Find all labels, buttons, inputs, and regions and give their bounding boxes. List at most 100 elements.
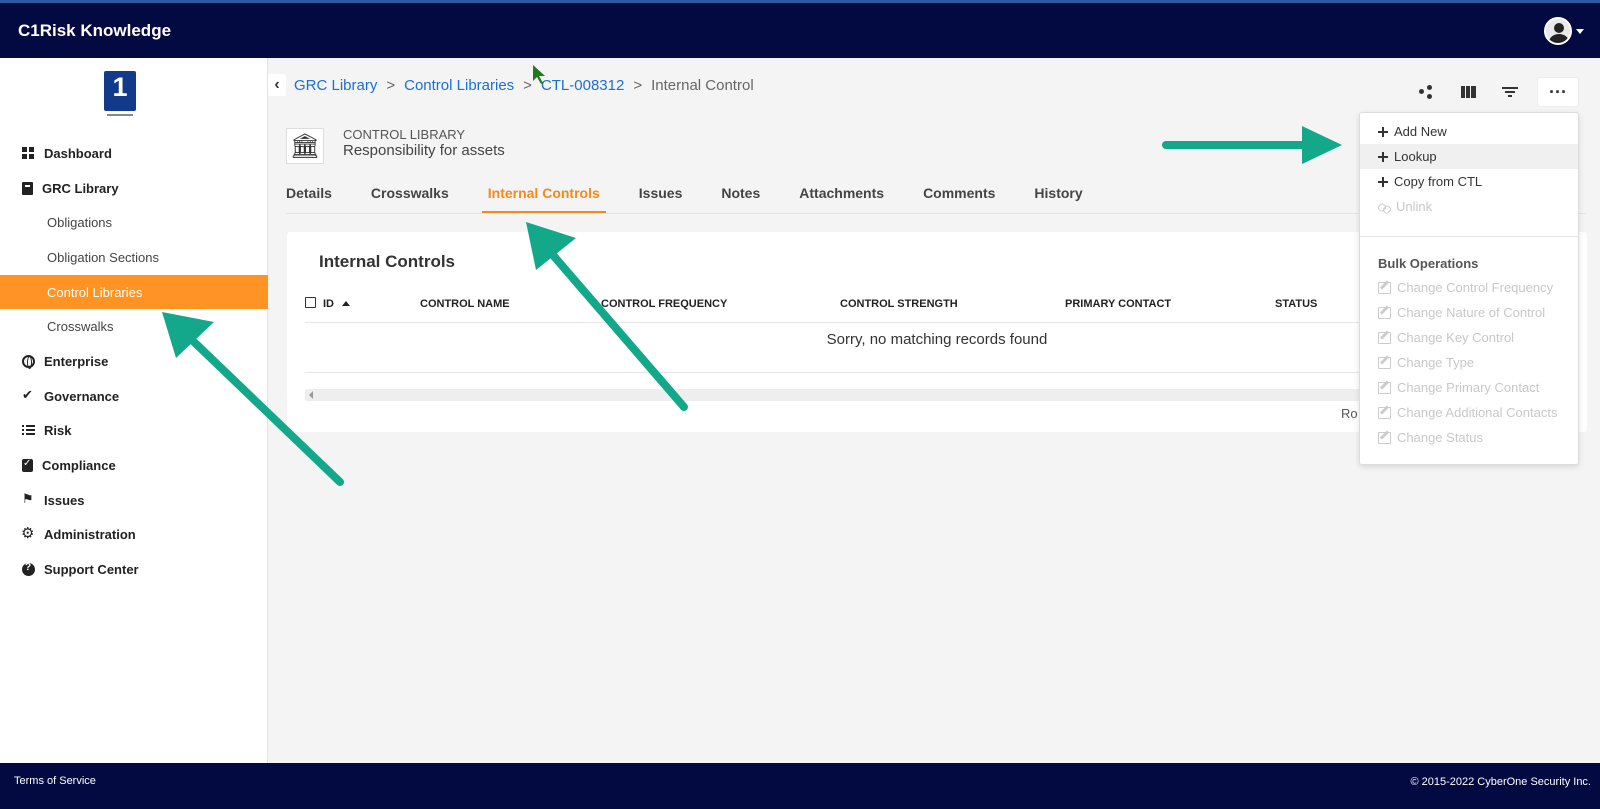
edit-icon [1378,331,1391,344]
sidebar-item-label: Governance [44,388,120,404]
menu-item-add-new[interactable]: Add New [1360,119,1578,144]
menu-item-change-primary-contact: Change Primary Contact [1360,375,1578,400]
arrowhead-lookup [1302,126,1342,164]
list-icon [22,424,35,438]
sidebar-item-obligations[interactable]: Obligations [0,205,268,240]
plus-icon [1378,126,1388,137]
globe-icon [22,354,35,369]
back-button[interactable]: ‹ [268,74,286,96]
card-title: Internal Controls [319,252,456,271]
sidebar-item-governance[interactable]: Governance [0,379,268,414]
rows-per-page-label: Ro [1341,406,1358,421]
plus-icon [1378,151,1388,162]
menu-item-change-nature-of-control: Change Nature of Control [1360,300,1578,325]
tab-details[interactable]: Details [286,178,332,213]
breadcrumb-separator: > [523,77,532,94]
tab-comments[interactable]: Comments [923,178,995,213]
sidebar-item-enterprise[interactable]: Enterprise [0,344,268,379]
breadcrumb-link-ctl[interactable]: CTL-008312 [541,77,624,94]
menu-item-change-type: Change Type [1360,350,1578,375]
sidebar-item-issues[interactable]: Issues [0,483,268,518]
sidebar-item-administration[interactable]: Administration [0,518,268,553]
sidebar-item-label: Issues [44,492,85,508]
menu-item-label: Change Primary Contact [1397,380,1540,395]
more-options-menu: Add New Lookup Copy from CTL Unlink Bulk… [1359,112,1579,465]
share-button[interactable] [1412,78,1440,106]
bulk-operations-heading: Bulk Operations [1378,256,1479,271]
columns-icon [1460,86,1476,98]
chevron-left-icon: ‹ [274,76,280,93]
column-header-id[interactable]: ID [323,298,350,310]
menu-item-label: Change Additional Contacts [1397,405,1558,420]
column-header-control-name[interactable]: CONTROL NAME [420,298,510,310]
menu-divider [1360,236,1578,237]
sidebar: Dashboard GRC Library Obligations Obliga… [0,58,268,763]
library-icon-box: 🏛 [286,128,324,164]
edit-icon [1378,406,1391,419]
tab-notes[interactable]: Notes [721,178,760,213]
question-circle-icon [22,562,35,577]
sidebar-item-label: Support Center [44,562,139,578]
tab-history[interactable]: History [1034,178,1082,213]
sidebar-item-label: Risk [44,423,72,439]
gear-icon [21,524,35,542]
columns-button[interactable] [1454,78,1482,106]
sidebar-item-risk[interactable]: Risk [0,414,268,449]
tab-issues[interactable]: Issues [639,178,683,213]
column-header-control-strength[interactable]: CONTROL STRENGTH [840,298,958,310]
edit-icon [1378,281,1391,294]
toolbar: ··· [1412,78,1578,106]
top-bar: C1Risk Knowledge [0,0,1600,58]
breadcrumb-current: Internal Control [651,77,754,94]
sidebar-item-label: Administration [44,527,136,543]
avatar[interactable] [1544,17,1572,45]
menu-item-label: Change Key Control [1397,330,1515,345]
menu-item-unlink: Unlink [1360,194,1578,219]
menu-item-change-control-frequency: Change Control Frequency [1360,275,1578,300]
menu-item-change-additional-contacts: Change Additional Contacts [1360,400,1578,425]
breadcrumb-link-control-libraries[interactable]: Control Libraries [404,77,514,94]
menu-item-label: Change Type [1397,355,1475,370]
menu-item-lookup[interactable]: Lookup [1360,144,1578,169]
user-menu[interactable] [1544,17,1584,45]
tab-crosswalks[interactable]: Crosswalks [371,178,449,213]
tab-attachments[interactable]: Attachments [799,178,884,213]
sidebar-item-label: Crosswalks [47,319,114,335]
filter-button[interactable] [1496,78,1524,106]
breadcrumb-separator: > [386,77,396,94]
menu-item-change-key-control: Change Key Control [1360,325,1578,350]
breadcrumb-link-grc-library[interactable]: GRC Library [294,77,377,94]
library-type: CONTROL LIBRARY [343,127,466,142]
sidebar-item-grc-library[interactable]: GRC Library [0,171,268,206]
sidebar-item-dashboard[interactable]: Dashboard [0,136,268,171]
sort-ascending-icon[interactable] [342,301,350,306]
select-all-checkbox[interactable] [305,297,316,308]
menu-item-label: Change Status [1397,430,1484,445]
bank-icon: 🏛 [289,132,321,160]
sidebar-item-compliance[interactable]: Compliance [0,448,268,483]
sidebar-item-support-center[interactable]: Support Center [0,552,268,587]
app-title[interactable]: C1Risk Knowledge [18,21,171,41]
book-icon [22,181,33,195]
column-header-primary-contact[interactable]: PRIMARY CONTACT [1065,298,1171,310]
caret-down-icon[interactable] [1576,28,1584,34]
column-header-status[interactable]: STATUS [1275,298,1317,310]
company-logo[interactable] [104,71,136,116]
scroll-left-icon[interactable] [309,391,313,399]
edit-icon [1378,431,1391,444]
unlink-icon [1378,201,1390,213]
menu-item-copy-from-ctl[interactable]: Copy from CTL [1360,169,1578,194]
sidebar-item-label: GRC Library [42,180,119,196]
share-icon [1419,85,1433,99]
library-name: Responsibility for assets [343,142,505,159]
terms-of-service-link[interactable]: Terms of Service [14,775,96,787]
check-double-icon [22,387,35,403]
sidebar-item-crosswalks[interactable]: Crosswalks [0,309,268,344]
more-options-button[interactable]: ··· [1538,78,1578,106]
tab-internal-controls[interactable]: Internal Controls [481,178,606,213]
column-header-control-frequency[interactable]: CONTROL FREQUENCY [601,298,727,310]
sidebar-nav: Dashboard GRC Library Obligations Obliga… [0,136,268,587]
sidebar-item-control-libraries[interactable]: Control Libraries [0,274,268,310]
more-horizontal-icon: ··· [1549,82,1567,102]
sidebar-item-obligation-sections[interactable]: Obligation Sections [0,240,268,275]
